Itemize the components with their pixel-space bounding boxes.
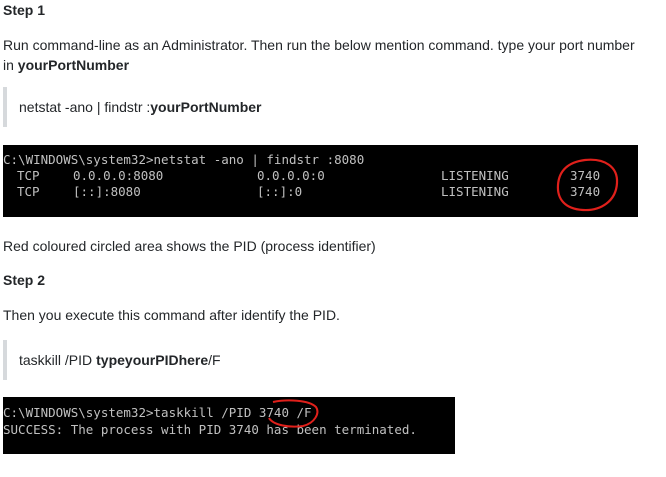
netstat-terminal-screenshot: C:\WINDOWS\system32>netstat -ano | finds… [3,145,638,217]
netstat-prompt-line: C:\WINDOWS\system32>netstat -ano | finds… [3,152,365,167]
row1-local-address: 0.0.0.0:8080 [73,168,164,183]
taskkill-pid-annotation-circle [268,399,319,428]
taskkill-prompt: C:\WINDOWS\system32>taskkill /PID [3,405,259,420]
taskkill-success-line: SUCCESS: The process with PID 3740 has b… [3,422,417,437]
row1-foreign-address: 0.0.0.0:0 [257,168,325,183]
pid-annotation-circle [556,158,619,212]
step-1-instruction: Run command-line as an Administrator. Th… [3,35,643,75]
taskkill-terminal-screenshot: C:\WINDOWS\system32>taskkill /PID 3740 /… [3,397,455,454]
row2-proto: TCP [17,184,40,199]
taskkill-command-flag: /F [208,352,221,368]
netstat-command-port: yourPortNumber [150,99,262,115]
port-number-keyword: yourPortNumber [17,57,130,73]
netstat-command-quote: netstat -ano | findstr : yourPortNumber [3,87,262,127]
step-2-heading: Step 2 [3,272,46,288]
taskkill-command-quote: taskkill /PID typeyourPIDhere /F [3,340,221,380]
row2-foreign-address: [::]:0 [257,184,303,199]
taskkill-command-pid-placeholder: typeyourPIDhere [96,352,209,368]
taskkill-command-text: taskkill /PID [19,352,93,368]
row2-state: LISTENING [441,184,509,199]
step-2-instruction: Then you execute this command after iden… [3,307,340,323]
row1-proto: TCP [17,168,40,183]
pid-note: Red coloured circled area shows the PID … [3,238,376,254]
row1-state: LISTENING [441,168,509,183]
row2-local-address: [::]:8080 [73,184,141,199]
netstat-command-text: netstat -ano | findstr : [19,99,151,115]
step-1-heading: Step 1 [3,2,46,18]
